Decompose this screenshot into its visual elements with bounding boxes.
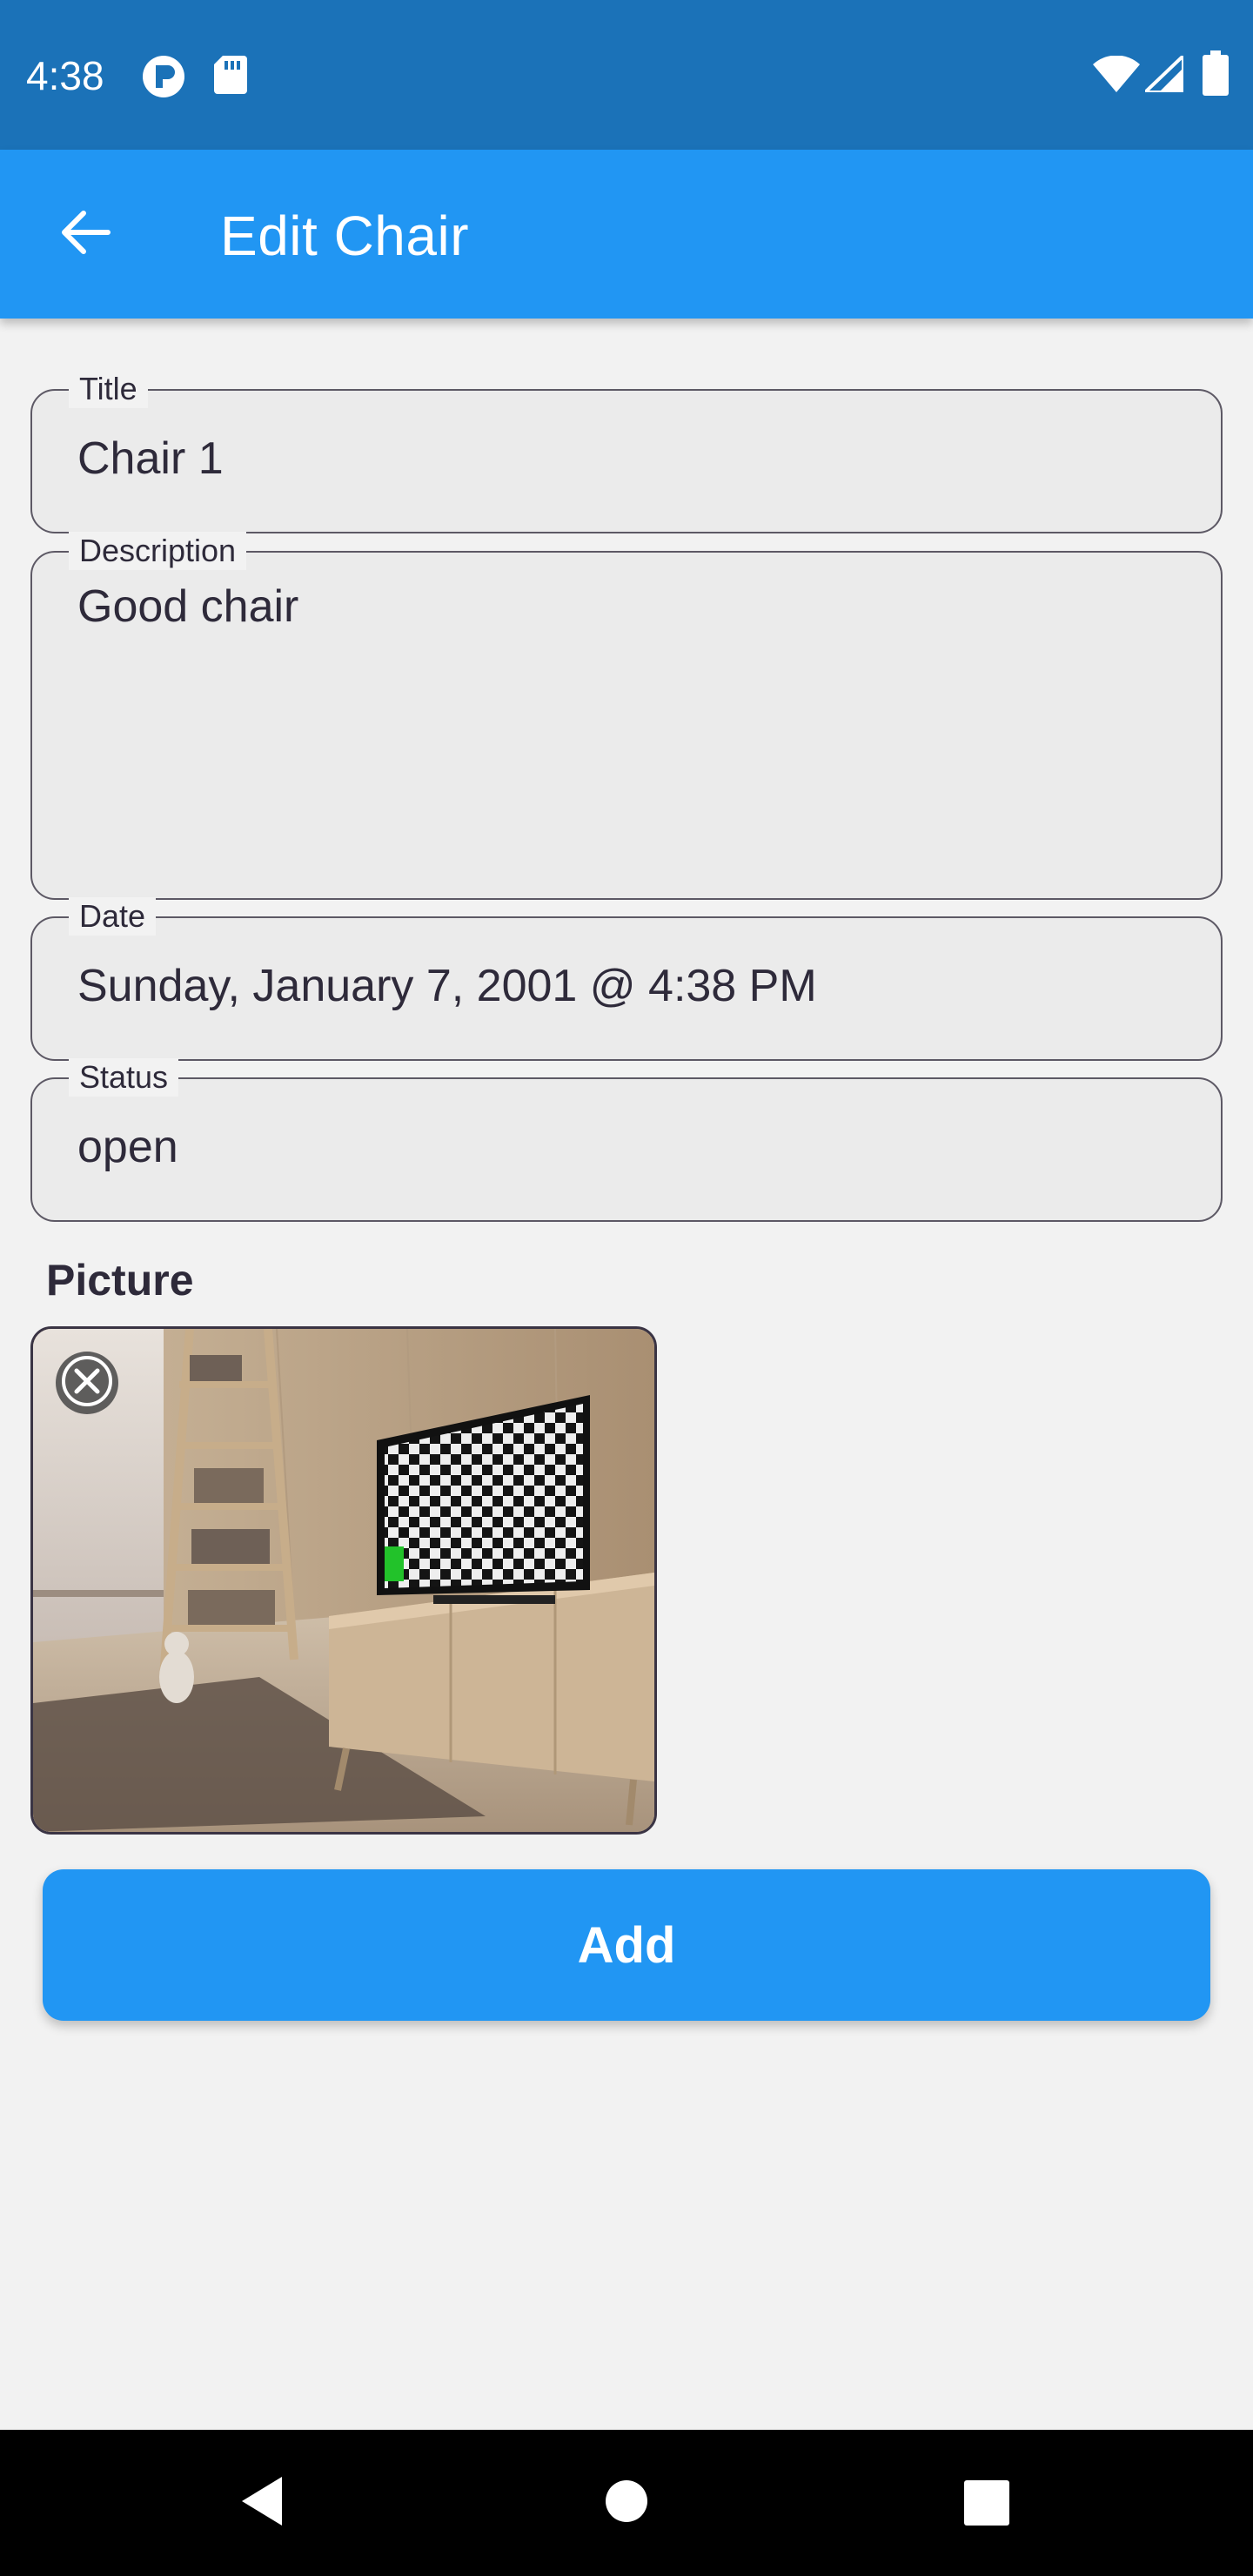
picture-card[interactable] [30, 1326, 657, 1835]
title-input-value[interactable]: Chair 1 [77, 431, 224, 486]
status-field-label: Status [69, 1058, 179, 1097]
page-title: Edit Chair [220, 205, 469, 267]
status-input-value[interactable]: open [77, 1119, 178, 1175]
status-time: 4:38 [26, 53, 104, 98]
nav-recents-icon[interactable] [964, 2480, 1009, 2530]
battery-icon [1203, 50, 1229, 100]
wifi-icon [1093, 55, 1140, 97]
description-input-value[interactable]: Good chair [77, 579, 298, 634]
close-icon [61, 1355, 113, 1412]
nav-back-icon[interactable] [237, 2473, 285, 2533]
description-field-label: Description [69, 532, 247, 570]
room-photo [33, 1329, 654, 1832]
app-bar: Edit Chair [0, 150, 1253, 319]
sd-card-icon [212, 54, 249, 100]
description-field[interactable]: Description Good chair [30, 532, 1223, 900]
status-field[interactable]: Status open [30, 1058, 1223, 1222]
date-field[interactable]: Date Sunday, January 7, 2001 @ 4:38 PM [30, 897, 1223, 1061]
title-field-label: Title [69, 370, 148, 408]
date-field-label: Date [69, 897, 157, 936]
p-badge-icon [141, 54, 186, 104]
status-bar: 4:38 [0, 0, 1253, 150]
navigation-bar [0, 2430, 1253, 2576]
back-button[interactable] [44, 198, 127, 271]
add-button[interactable]: Add [43, 1869, 1210, 2021]
arrow-back-icon [59, 210, 111, 259]
nav-home-icon[interactable] [604, 2479, 649, 2528]
remove-picture-button[interactable] [56, 1352, 118, 1414]
signal-icon [1141, 51, 1185, 97]
date-input-value[interactable]: Sunday, January 7, 2001 @ 4:38 PM [77, 958, 817, 1014]
title-field[interactable]: Title Chair 1 [30, 370, 1223, 533]
picture-heading: Picture [46, 1256, 194, 1305]
